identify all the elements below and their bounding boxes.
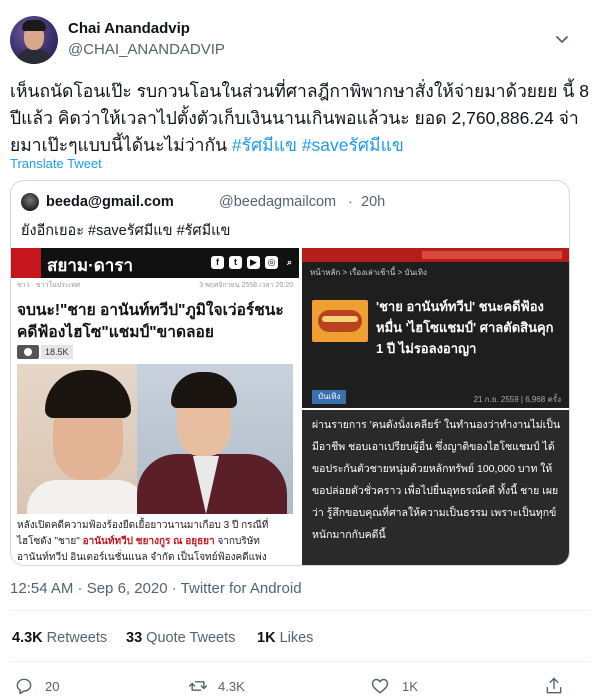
quoted-author-avatar [21,193,39,211]
tweet: Chai Anandadvip @CHAI_ANANDADVIP เห็นถนั… [0,0,610,700]
author-handle[interactable]: @CHAI_ANANDADVIP [68,41,225,58]
news-screenshot-right-bottom: ผ่านรายการ 'คนดังนั่งเคลียร์' ในทำนองว่า… [302,410,569,565]
like-count: 1K [402,679,418,694]
quoted-tweet-time: 20h [361,194,386,210]
youtube-icon: ▶ [247,256,260,269]
breadcrumb: หน้าหลัก > เรื่องเล่าเช้านี้ > บันเทิง [310,268,427,277]
quoted-tweet-card[interactable]: beeda@gmail.com @beedagmailcom · 20h ยัง… [10,180,570,566]
quote-tweets-stat[interactable]: 33 Quote Tweets [126,630,235,646]
news-screenshot-left: สยาม·ดารา f t ▶ ◎ ⌕ ข่าว · ข่าวในประเทศ … [11,248,299,565]
quoted-author-handle: @beedagmailcom [219,194,337,210]
article-headline: 'ชาย อานันท์ทวีป' ชนะคดีฟ้องหมื่น 'ไฮโซแ… [376,299,554,356]
tweet-timestamp[interactable]: 12:54 AM · Sep 6, 2020 · Twitter for And… [10,580,302,597]
news-site-logo: สยาม·ดารา [47,256,134,275]
quoted-tweet-text: ยังอีกเยอะ #saveรัศมีแข #รัศมีแข [21,223,231,239]
article-thumbnail [312,300,368,342]
retweets-stat[interactable]: 4.3K Retweets [12,630,107,646]
category-badge: บันเทิง [312,390,347,404]
article-photo [17,364,293,514]
likes-stat[interactable]: 1K Likes [257,630,313,646]
article-headline: จบนะ!"ชาย อานันท์ทวีป"ภูมิใจเว่อร์ชนะคดี… [17,302,284,341]
divider [10,661,590,662]
search-icon: ⌕ [286,257,293,267]
author-display-name[interactable]: Chai Anandadvip [68,20,190,37]
news-site-header: สยาม·ดารา f t ▶ ◎ ⌕ [11,248,299,278]
tweet-body: เห็นถนัดโอนเป๊ะ รบกวนโอนในส่วนที่ศาลฎีกา… [10,81,589,155]
article-body: หลังเปิดคดีความฟ้องร้องยืดเยื้อยาวนานมาเ… [17,520,269,563]
tweet-text: เห็นถนัดโอนเป๊ะ รบกวนโอนในส่วนที่ศาลฎีกา… [10,78,600,159]
translate-tweet-link[interactable]: Translate Tweet [10,156,102,171]
facebook-icon: f [211,256,224,269]
twitter-icon: t [229,256,242,269]
news-screenshot-right-top: หน้าหลัก > เรื่องเล่าเช้านี้ > บันเทิง '… [302,248,569,408]
quoted-tweet-image[interactable]: สยาม·ดารา f t ▶ ◎ ⌕ ข่าว · ข่าวในประเทศ … [11,248,569,565]
separator-dot: · [348,194,353,210]
eye-icon [17,345,39,359]
retweet-count: 4.3K [218,679,245,694]
retweet-icon[interactable] [188,676,208,696]
reply-count: 20 [45,679,60,694]
divider [10,610,590,611]
share-icon[interactable] [544,676,564,696]
article-date: 21 ก.ย. 2559 | 6,968 ครั้ง [473,395,561,404]
article-excerpt: ผ่านรายการ 'คนดังนั่งเคลียร์' ในทำนองว่า… [312,419,561,541]
instagram-icon: ◎ [265,256,278,269]
hashtag-link[interactable]: #saveรัศมีแข [302,135,404,155]
hashtag-link[interactable]: #รัศมีแข [232,135,297,155]
reply-icon[interactable] [14,676,34,696]
article-meta: ข่าว · ข่าวในประเทศ 3 พฤศจิกายน 2558 เวล… [17,282,293,289]
heart-icon[interactable] [370,676,390,696]
chevron-down-icon[interactable] [553,30,571,48]
quoted-author-name: beeda@gmail.com [46,194,174,210]
action-bar: 20 4.3K 1K [0,674,610,698]
author-avatar[interactable] [10,16,58,64]
